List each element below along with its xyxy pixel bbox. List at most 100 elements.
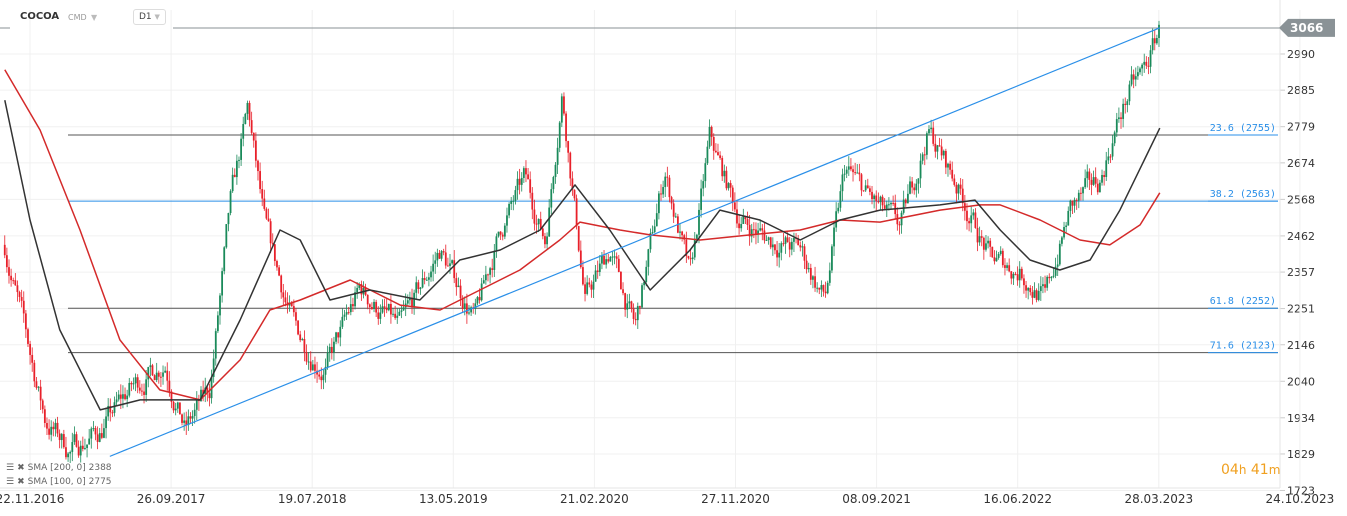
candle-body: [634, 318, 637, 321]
candle-body: [18, 292, 21, 297]
candle-body: [1037, 291, 1040, 300]
timer-minutes: 41: [1250, 462, 1269, 478]
candle-body: [396, 315, 399, 318]
candle-body: [902, 199, 905, 213]
candle-body: [746, 219, 749, 225]
candle-body: [833, 227, 835, 247]
legend-sma200[interactable]: ☰ ✖ SMA [200, 0] 2388: [6, 463, 115, 473]
candle-body: [666, 176, 669, 178]
candle-body: [516, 178, 519, 191]
candle-body: [636, 306, 639, 321]
candle-body: [947, 163, 949, 168]
candle-body: [620, 271, 622, 290]
x-tick-label: 27.11.2020: [701, 492, 770, 506]
candle-body: [651, 232, 654, 234]
candle-body: [801, 246, 804, 248]
candle-body: [440, 251, 443, 259]
candle-body: [807, 267, 810, 270]
chart-container[interactable]: 2990 2885 2779 2674 2568 2462 2357 2251 2146 2040…: [0, 0, 1347, 516]
candle-body: [700, 188, 703, 210]
candle-body: [103, 428, 105, 438]
candle-body: [615, 256, 618, 259]
candle-body: [1107, 156, 1110, 161]
y-tick-label: 2568: [1287, 193, 1315, 206]
close-icon[interactable]: ✖: [17, 477, 25, 487]
candle-body: [81, 445, 84, 449]
trendline: [109, 27, 1161, 457]
instrument-type[interactable]: CMD: [68, 13, 87, 22]
candle-body: [875, 195, 878, 202]
legend-sma100[interactable]: ☰ ✖ SMA [100, 0] 2775: [6, 477, 115, 487]
candle-body: [1065, 225, 1068, 227]
candle-body: [563, 96, 565, 114]
menu-icon[interactable]: ☰: [6, 477, 14, 487]
candle-body: [617, 258, 620, 272]
candle-body: [126, 395, 129, 400]
candle-body: [613, 256, 616, 258]
candle-body: [54, 422, 57, 430]
candle-body: [1086, 171, 1089, 179]
candle-body: [928, 129, 930, 134]
candle-body: [480, 283, 483, 301]
candle-body: [100, 433, 103, 438]
x-tick-label: 24.10.2023: [1266, 492, 1335, 506]
chevron-down-icon[interactable]: ▼: [91, 13, 97, 22]
candle-body: [438, 252, 441, 259]
candle-body: [455, 278, 458, 288]
candle-body: [695, 234, 698, 239]
candle-body: [1073, 199, 1076, 206]
candle-body: [244, 113, 247, 124]
y-tick-label: 1934: [1287, 412, 1315, 425]
candle-body: [417, 282, 420, 289]
candle-body: [427, 277, 430, 280]
candle-body: [88, 438, 91, 445]
candle-body: [176, 402, 179, 409]
candle-body: [1136, 72, 1139, 77]
candle-body: [706, 146, 709, 164]
candle-body: [160, 376, 162, 378]
candle-body: [375, 301, 378, 313]
candle-body: [598, 263, 601, 272]
candle-body: [866, 185, 869, 189]
timeframe-select[interactable]: D1 ▼: [133, 9, 166, 25]
candle-body: [136, 377, 139, 388]
candle-body: [444, 252, 447, 266]
candle-body: [5, 255, 8, 268]
y-tick-label: 1829: [1287, 448, 1315, 461]
candle-body: [987, 240, 989, 244]
candle-body: [622, 289, 624, 294]
candle-body: [345, 312, 348, 315]
candle-body: [1020, 268, 1023, 279]
candle-body: [1096, 183, 1099, 193]
candle-body: [84, 447, 86, 449]
candle-body: [282, 292, 285, 298]
candle-body: [957, 184, 960, 194]
candle-body: [679, 231, 681, 233]
candle-body: [1124, 103, 1127, 106]
candle-body: [434, 260, 437, 264]
candle-body: [235, 160, 238, 178]
candle-body: [484, 274, 487, 281]
candle-body: [835, 211, 838, 228]
candle-body: [518, 178, 521, 185]
candle-body: [394, 313, 397, 318]
candle-body: [1128, 84, 1131, 102]
candle-body: [497, 231, 500, 237]
candle-body: [1042, 284, 1044, 287]
price-chart[interactable]: 2990 2885 2779 2674 2568 2462 2357 2251 2146 2040…: [0, 0, 1347, 516]
candle-body: [909, 181, 911, 194]
candle-body: [214, 331, 217, 359]
candle-body: [725, 170, 728, 189]
candle-body: [301, 339, 304, 341]
candle-body: [881, 196, 884, 206]
timeframe-value: D1: [139, 12, 152, 22]
candle-body: [314, 364, 316, 371]
candle-body: [1151, 38, 1154, 51]
candle-body: [1155, 37, 1158, 44]
x-tick-label: 19.07.2018: [278, 492, 347, 506]
menu-icon[interactable]: ☰: [6, 463, 14, 473]
close-icon[interactable]: ✖: [17, 463, 25, 473]
candle-body: [900, 212, 903, 226]
candle-body: [719, 155, 721, 159]
symbol-label[interactable]: COCOA: [20, 11, 59, 22]
